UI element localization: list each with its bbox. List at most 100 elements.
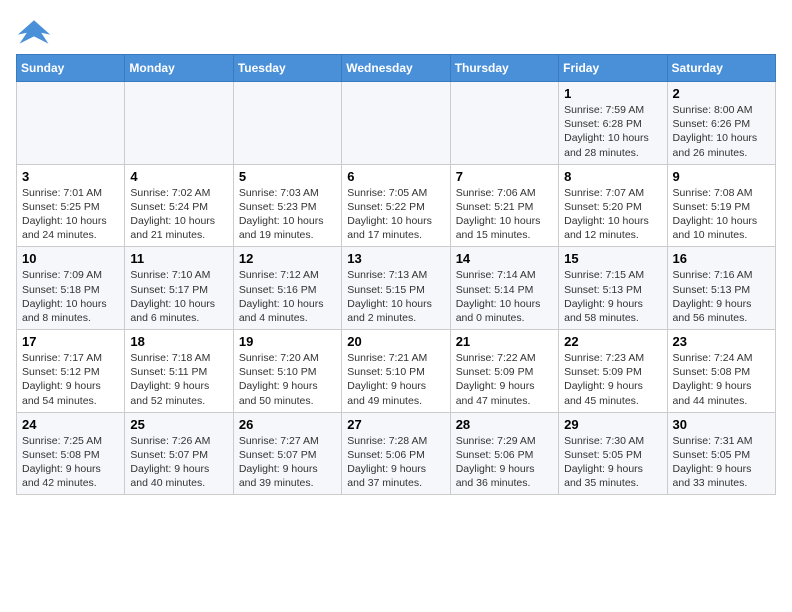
day-number: 20 — [347, 334, 444, 349]
day-number: 19 — [239, 334, 336, 349]
day-detail: Sunrise: 7:02 AMSunset: 5:24 PMDaylight:… — [130, 186, 227, 243]
day-detail: Sunrise: 7:18 AMSunset: 5:11 PMDaylight:… — [130, 351, 227, 408]
calendar-cell: 9 Sunrise: 7:08 AMSunset: 5:19 PMDaylight… — [667, 164, 775, 247]
calendar-cell: 3 Sunrise: 7:01 AMSunset: 5:25 PMDaylight… — [17, 164, 125, 247]
day-detail: Sunrise: 7:01 AMSunset: 5:25 PMDaylight:… — [22, 186, 119, 243]
day-detail: Sunrise: 7:05 AMSunset: 5:22 PMDaylight:… — [347, 186, 444, 243]
day-number: 21 — [456, 334, 553, 349]
calendar-body: 1 Sunrise: 7:59 AMSunset: 6:28 PMDaylight… — [17, 82, 776, 495]
day-detail: Sunrise: 7:31 AMSunset: 5:05 PMDaylight:… — [673, 434, 770, 491]
day-number: 27 — [347, 417, 444, 432]
calendar-table: SundayMondayTuesdayWednesdayThursdayFrid… — [16, 54, 776, 495]
day-detail: Sunrise: 7:09 AMSunset: 5:18 PMDaylight:… — [22, 268, 119, 325]
calendar-cell: 18Sunrise: 7:18 AMSunset: 5:11 PMDayligh… — [125, 330, 233, 413]
day-number: 5 — [239, 169, 336, 184]
day-number: 25 — [130, 417, 227, 432]
calendar-cell: 30 Sunrise: 7:31 AMSunset: 5:05 PMDayligh… — [667, 412, 775, 495]
calendar-cell: 12 Sunrise: 7:12 AMSunset: 5:16 PMDayligh… — [233, 247, 341, 330]
day-number: 15 — [564, 251, 661, 266]
day-detail: Sunrise: 7:30 AMSunset: 5:05 PMDaylight:… — [564, 434, 661, 491]
day-number: 11 — [130, 251, 227, 266]
day-detail: Sunrise: 7:25 AMSunset: 5:08 PMDaylight:… — [22, 434, 119, 491]
day-number: 17 — [22, 334, 119, 349]
day-detail: Sunrise: 7:28 AMSunset: 5:06 PMDaylight:… — [347, 434, 444, 491]
calendar-cell: 22 Sunrise: 7:23 AMSunset: 5:09 PMDayligh… — [559, 330, 667, 413]
weekday-header-friday: Friday — [559, 55, 667, 82]
calendar-cell: 4 Sunrise: 7:02 AMSunset: 5:24 PMDaylight… — [125, 164, 233, 247]
logo — [16, 16, 56, 46]
day-number: 24 — [22, 417, 119, 432]
weekday-header-sunday: Sunday — [17, 55, 125, 82]
calendar-cell — [17, 82, 125, 165]
day-detail: Sunrise: 7:12 AMSunset: 5:16 PMDaylight:… — [239, 268, 336, 325]
calendar-cell: 2 Sunrise: 8:00 AMSunset: 6:26 PMDaylight… — [667, 82, 775, 165]
day-number: 23 — [673, 334, 770, 349]
day-number: 14 — [456, 251, 553, 266]
calendar-cell: 29Sunrise: 7:30 AMSunset: 5:05 PMDayligh… — [559, 412, 667, 495]
calendar-cell: 10Sunrise: 7:09 AMSunset: 5:18 PMDayligh… — [17, 247, 125, 330]
calendar-cell — [450, 82, 558, 165]
calendar-cell: 25 Sunrise: 7:26 AMSunset: 5:07 PMDayligh… — [125, 412, 233, 495]
calendar-cell: 11 Sunrise: 7:10 AMSunset: 5:17 PMDayligh… — [125, 247, 233, 330]
calendar-cell: 20 Sunrise: 7:21 AMSunset: 5:10 PMDayligh… — [342, 330, 450, 413]
day-detail: Sunrise: 7:14 AMSunset: 5:14 PMDaylight:… — [456, 268, 553, 325]
day-detail: Sunrise: 7:17 AMSunset: 5:12 PMDaylight:… — [22, 351, 119, 408]
day-number: 30 — [673, 417, 770, 432]
day-number: 4 — [130, 169, 227, 184]
calendar-cell: 7 Sunrise: 7:06 AMSunset: 5:21 PMDaylight… — [450, 164, 558, 247]
day-detail: Sunrise: 7:08 AMSunset: 5:19 PMDaylight:… — [673, 186, 770, 243]
day-detail: Sunrise: 7:03 AMSunset: 5:23 PMDaylight:… — [239, 186, 336, 243]
day-detail: Sunrise: 7:16 AMSunset: 5:13 PMDaylight:… — [673, 268, 770, 325]
day-number: 9 — [673, 169, 770, 184]
logo-icon — [16, 16, 52, 46]
day-detail: Sunrise: 7:29 AMSunset: 5:06 PMDaylight:… — [456, 434, 553, 491]
day-number: 2 — [673, 86, 770, 101]
calendar-week-4: 17 Sunrise: 7:17 AMSunset: 5:12 PMDayligh… — [17, 330, 776, 413]
calendar-week-3: 10Sunrise: 7:09 AMSunset: 5:18 PMDayligh… — [17, 247, 776, 330]
day-detail: Sunrise: 7:24 AMSunset: 5:08 PMDaylight:… — [673, 351, 770, 408]
day-number: 7 — [456, 169, 553, 184]
day-number: 3 — [22, 169, 119, 184]
calendar-cell: 21Sunrise: 7:22 AMSunset: 5:09 PMDayligh… — [450, 330, 558, 413]
day-detail: Sunrise: 7:13 AMSunset: 5:15 PMDaylight:… — [347, 268, 444, 325]
day-detail: Sunrise: 7:59 AMSunset: 6:28 PMDaylight:… — [564, 103, 661, 160]
day-detail: Sunrise: 7:26 AMSunset: 5:07 PMDaylight:… — [130, 434, 227, 491]
day-number: 28 — [456, 417, 553, 432]
day-detail: Sunrise: 7:20 AMSunset: 5:10 PMDaylight:… — [239, 351, 336, 408]
day-number: 8 — [564, 169, 661, 184]
calendar-cell: 16 Sunrise: 7:16 AMSunset: 5:13 PMDayligh… — [667, 247, 775, 330]
day-detail: Sunrise: 7:21 AMSunset: 5:10 PMDaylight:… — [347, 351, 444, 408]
calendar-cell: 28 Sunrise: 7:29 AMSunset: 5:06 PMDayligh… — [450, 412, 558, 495]
day-number: 22 — [564, 334, 661, 349]
calendar-cell: 17 Sunrise: 7:17 AMSunset: 5:12 PMDayligh… — [17, 330, 125, 413]
day-number: 12 — [239, 251, 336, 266]
day-detail: Sunrise: 7:27 AMSunset: 5:07 PMDaylight:… — [239, 434, 336, 491]
page-header — [16, 16, 776, 46]
calendar-cell: 5 Sunrise: 7:03 AMSunset: 5:23 PMDaylight… — [233, 164, 341, 247]
day-number: 16 — [673, 251, 770, 266]
calendar-cell: 27 Sunrise: 7:28 AMSunset: 5:06 PMDayligh… — [342, 412, 450, 495]
calendar-cell: 14 Sunrise: 7:14 AMSunset: 5:14 PMDayligh… — [450, 247, 558, 330]
weekday-header-row: SundayMondayTuesdayWednesdayThursdayFrid… — [17, 55, 776, 82]
weekday-header-wednesday: Wednesday — [342, 55, 450, 82]
weekday-header-monday: Monday — [125, 55, 233, 82]
day-detail: Sunrise: 7:07 AMSunset: 5:20 PMDaylight:… — [564, 186, 661, 243]
day-detail: Sunrise: 7:23 AMSunset: 5:09 PMDaylight:… — [564, 351, 661, 408]
calendar-header: SundayMondayTuesdayWednesdayThursdayFrid… — [17, 55, 776, 82]
day-detail: Sunrise: 7:06 AMSunset: 5:21 PMDaylight:… — [456, 186, 553, 243]
day-detail: Sunrise: 7:10 AMSunset: 5:17 PMDaylight:… — [130, 268, 227, 325]
day-detail: Sunrise: 8:00 AMSunset: 6:26 PMDaylight:… — [673, 103, 770, 160]
calendar-cell: 15 Sunrise: 7:15 AMSunset: 5:13 PMDayligh… — [559, 247, 667, 330]
day-number: 26 — [239, 417, 336, 432]
weekday-header-saturday: Saturday — [667, 55, 775, 82]
calendar-week-2: 3 Sunrise: 7:01 AMSunset: 5:25 PMDaylight… — [17, 164, 776, 247]
calendar-cell — [233, 82, 341, 165]
day-number: 6 — [347, 169, 444, 184]
weekday-header-tuesday: Tuesday — [233, 55, 341, 82]
calendar-week-5: 24 Sunrise: 7:25 AMSunset: 5:08 PMDayligh… — [17, 412, 776, 495]
day-detail: Sunrise: 7:15 AMSunset: 5:13 PMDaylight:… — [564, 268, 661, 325]
calendar-cell: 13Sunrise: 7:13 AMSunset: 5:15 PMDayligh… — [342, 247, 450, 330]
calendar-cell: 1 Sunrise: 7:59 AMSunset: 6:28 PMDaylight… — [559, 82, 667, 165]
day-number: 1 — [564, 86, 661, 101]
calendar-cell: 26 Sunrise: 7:27 AMSunset: 5:07 PMDayligh… — [233, 412, 341, 495]
